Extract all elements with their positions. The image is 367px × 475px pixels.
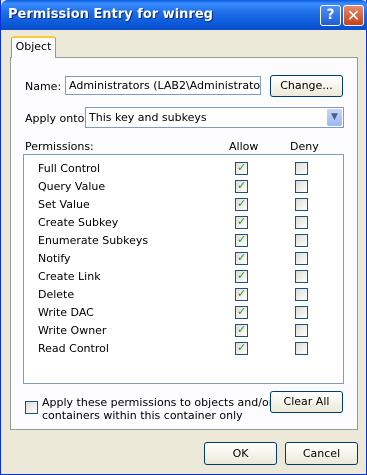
title-bar[interactable]: Permission Entry for winreg ? ✕	[1, 0, 367, 30]
check-icon: ✓	[237, 179, 247, 192]
allow-checkbox[interactable]: ✓	[235, 269, 248, 283]
apply-onto-select[interactable]: This key and subkeys ▼	[85, 107, 344, 128]
deny-checkbox[interactable]	[295, 324, 308, 337]
apply-inherit-checkbox[interactable]	[25, 401, 38, 414]
deny-header: Deny	[290, 140, 319, 153]
deny-checkbox[interactable]	[295, 342, 308, 355]
apply-onto-label: Apply onto:	[25, 112, 89, 125]
close-button[interactable]: ✕	[343, 5, 364, 26]
allow-checkbox[interactable]: ✓	[235, 179, 248, 193]
permission-name: Full Control	[38, 162, 101, 175]
deny-checkbox[interactable]	[295, 198, 308, 211]
permission-row: Create Subkey ✓	[24, 214, 343, 232]
deny-checkbox[interactable]	[295, 306, 308, 319]
allow-header: Allow	[229, 140, 259, 153]
permission-name: Create Link	[38, 270, 101, 283]
apply-inherit-line2: containers within this container only	[42, 409, 243, 422]
permission-row: Enumerate Subkeys ✓	[24, 232, 343, 250]
permission-row: Write Owner ✓	[24, 322, 343, 340]
check-icon: ✓	[237, 287, 247, 300]
permission-name: Write Owner	[38, 324, 107, 337]
permissions-list[interactable]: Full Control ✓ Query Value ✓ Set Value ✓ Creat…	[23, 154, 344, 384]
check-icon: ✓	[237, 305, 247, 318]
chevron-down-icon[interactable]: ▼	[327, 109, 342, 126]
check-icon: ✓	[237, 161, 247, 174]
help-button[interactable]: ?	[320, 5, 341, 26]
clear-all-button[interactable]: Clear All	[270, 391, 343, 413]
deny-checkbox[interactable]	[295, 216, 308, 229]
check-icon: ✓	[237, 341, 247, 354]
permission-name: Notify	[38, 252, 71, 265]
permissions-header: Permissions:	[25, 140, 94, 153]
check-icon: ✓	[237, 233, 247, 246]
permission-name: Read Control	[38, 342, 109, 355]
allow-checkbox[interactable]: ✓	[235, 305, 248, 319]
check-icon: ✓	[237, 215, 247, 228]
permission-name: Write DAC	[38, 306, 94, 319]
permission-name: Set Value	[38, 198, 90, 211]
name-field[interactable]: Administrators (LAB2\Administrators)	[65, 76, 261, 95]
permission-name: Enumerate Subkeys	[38, 234, 149, 247]
deny-checkbox[interactable]	[295, 288, 308, 301]
deny-checkbox[interactable]	[295, 252, 308, 265]
allow-checkbox[interactable]: ✓	[235, 341, 248, 355]
allow-checkbox[interactable]: ✓	[235, 215, 248, 229]
deny-checkbox[interactable]	[295, 162, 308, 175]
apply-inherit-label: Apply these permissions to objects and/o…	[42, 396, 273, 422]
name-label: Name:	[25, 80, 62, 93]
permission-row: Set Value ✓	[24, 196, 343, 214]
permission-name: Delete	[38, 288, 75, 301]
allow-checkbox[interactable]: ✓	[235, 197, 248, 211]
deny-checkbox[interactable]	[295, 234, 308, 247]
apply-onto-value: This key and subkeys	[89, 111, 207, 124]
permission-row: Read Control ✓	[24, 340, 343, 358]
deny-checkbox[interactable]	[295, 180, 308, 193]
allow-checkbox[interactable]: ✓	[235, 323, 248, 337]
permission-entry-dialog: Permission Entry for winreg ? ✕ Object N…	[0, 0, 367, 475]
permission-row: Create Link ✓	[24, 268, 343, 286]
allow-checkbox[interactable]: ✓	[235, 287, 248, 301]
check-icon: ✓	[237, 197, 247, 210]
allow-checkbox[interactable]: ✓	[235, 161, 248, 175]
check-icon: ✓	[237, 323, 247, 336]
permission-name: Query Value	[38, 180, 106, 193]
permission-row: Notify ✓	[24, 250, 343, 268]
window-title: Permission Entry for winreg	[8, 7, 213, 22]
permission-name: Create Subkey	[38, 216, 119, 229]
permission-row: Delete ✓	[24, 286, 343, 304]
permission-row: Write DAC ✓	[24, 304, 343, 322]
check-icon: ✓	[237, 269, 247, 282]
cancel-button[interactable]: Cancel	[285, 442, 358, 465]
apply-inherit-line1: Apply these permissions to objects and/o…	[42, 396, 274, 409]
permission-row: Full Control ✓	[24, 160, 343, 178]
allow-checkbox[interactable]: ✓	[235, 233, 248, 247]
permission-row: Query Value ✓	[24, 178, 343, 196]
change-button[interactable]: Change...	[270, 75, 343, 97]
deny-checkbox[interactable]	[295, 270, 308, 283]
allow-checkbox[interactable]: ✓	[235, 251, 248, 265]
ok-button[interactable]: OK	[204, 442, 277, 465]
tab-object[interactable]: Object	[11, 36, 56, 58]
check-icon: ✓	[237, 251, 247, 264]
